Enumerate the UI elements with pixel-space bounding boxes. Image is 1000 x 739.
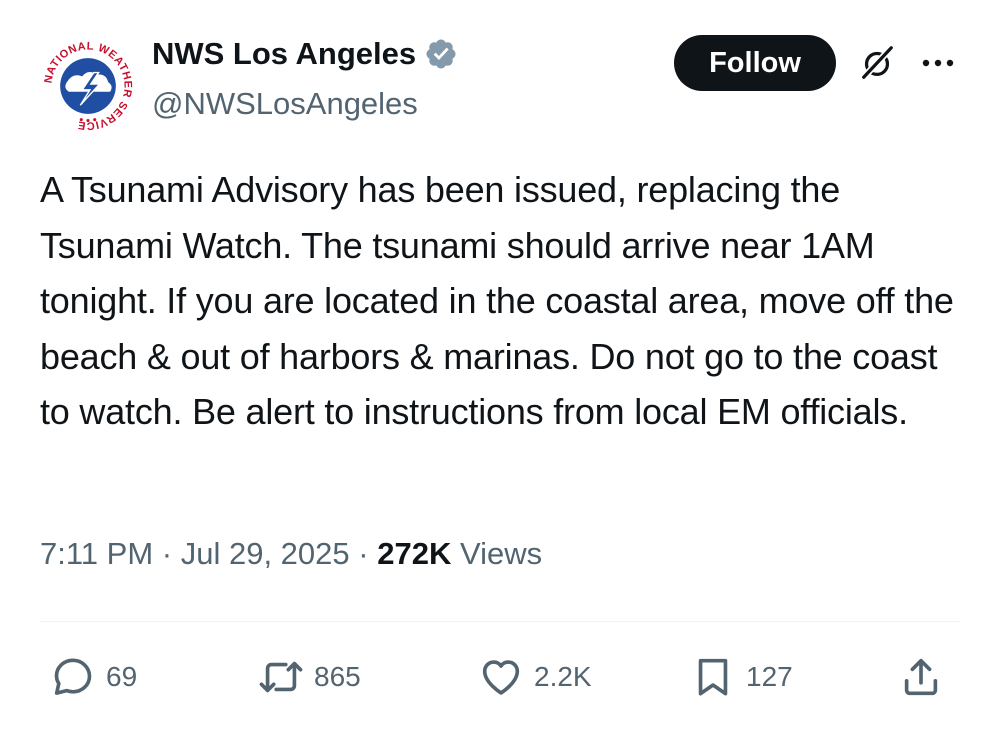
follow-button[interactable]: Follow xyxy=(674,35,836,91)
author-name-row[interactable]: NWS Los Angeles xyxy=(152,36,458,72)
more-dots-icon[interactable] xyxy=(918,52,958,74)
tweet-text: A Tsunami Advisory has been issued, repl… xyxy=(40,169,954,432)
grok-icon[interactable] xyxy=(858,44,896,82)
author-avatar[interactable]: NATIONAL WEATHER SERVICE xyxy=(40,38,136,134)
reply-button[interactable]: 69 xyxy=(50,652,137,702)
tweet-time[interactable]: 7:11 PM xyxy=(40,536,153,571)
reply-icon xyxy=(54,658,92,695)
repost-icon xyxy=(259,661,303,693)
heart-icon xyxy=(482,660,520,695)
author-handle[interactable]: @NWSLosAngeles xyxy=(152,86,418,122)
bookmark-icon xyxy=(698,658,728,696)
share-button[interactable] xyxy=(898,652,944,702)
repost-count: 865 xyxy=(314,661,361,692)
nws-logo-icon: NATIONAL WEATHER SERVICE xyxy=(40,38,136,134)
bookmark-count: 127 xyxy=(746,661,793,692)
bookmark-button[interactable]: 127 xyxy=(690,652,793,702)
verified-badge-icon[interactable] xyxy=(424,37,458,71)
like-button[interactable]: 2.2K xyxy=(478,652,592,702)
repost-button[interactable]: 865 xyxy=(258,652,361,702)
tweet-date[interactable]: Jul 29, 2025 xyxy=(181,536,350,571)
reply-count: 69 xyxy=(106,661,138,692)
divider xyxy=(40,621,960,622)
like-count: 2.2K xyxy=(534,661,592,692)
meta-separator: · xyxy=(161,536,173,571)
author-display-name[interactable]: NWS Los Angeles xyxy=(152,36,416,72)
meta-separator: · xyxy=(358,536,369,571)
views-label[interactable]: Views xyxy=(460,536,542,571)
views-count[interactable]: 272K xyxy=(377,536,451,571)
share-icon xyxy=(904,658,938,696)
tweet-meta: 7:11 PM · Jul 29, 2025 · 272K Views xyxy=(40,536,542,572)
